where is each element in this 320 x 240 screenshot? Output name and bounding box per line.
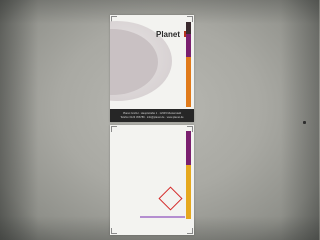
page-corner-mark bbox=[187, 228, 193, 234]
document-page-2[interactable] bbox=[110, 125, 194, 235]
color-stripe-dark bbox=[186, 22, 191, 34]
logo-text: Planet bbox=[156, 30, 181, 39]
page-corner-mark bbox=[111, 126, 117, 132]
color-stripe-purple bbox=[186, 34, 191, 57]
decorative-line bbox=[140, 216, 185, 218]
page-corner-mark bbox=[111, 228, 117, 234]
mouse-cursor-icon bbox=[303, 121, 306, 124]
footer-address: Planet GmbH · Hauptstraße 1 · 12345 Must… bbox=[122, 112, 182, 115]
color-stripe-orange bbox=[186, 57, 191, 107]
footer-contact: Telefon 0123 456789 · info@planet.de · w… bbox=[120, 116, 184, 119]
color-stripe-yellow bbox=[186, 165, 191, 219]
color-stripe-purple bbox=[186, 131, 191, 165]
footer-bar: Planet GmbH · Hauptstraße 1 · 12345 Must… bbox=[110, 109, 194, 122]
document-page-1[interactable]: Planet Planet GmbH · Hauptstraße 1 · 123… bbox=[110, 15, 194, 122]
diamond-outline-icon bbox=[158, 186, 183, 211]
